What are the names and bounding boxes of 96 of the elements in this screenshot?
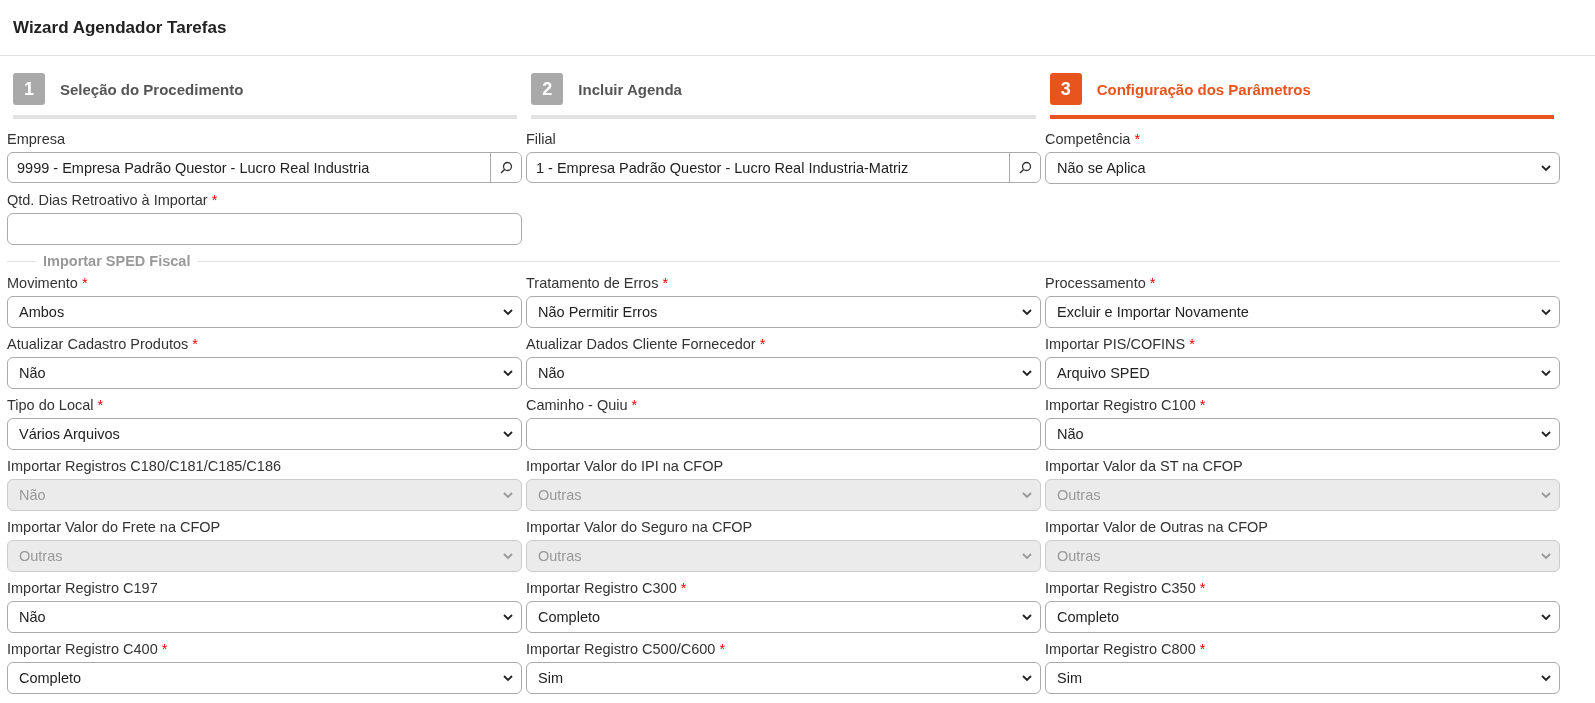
required-mark: * — [759, 336, 766, 352]
required-mark: * — [1199, 397, 1206, 413]
step-label: Incluir Agenda — [578, 80, 682, 98]
chevron-down-icon — [502, 306, 514, 318]
field-label: Importar Registro C800 * — [1045, 640, 1207, 659]
section-title: Importar SPED Fiscal — [42, 253, 192, 269]
dropdown[interactable]: Sim — [1045, 662, 1560, 694]
step-number: 3 — [1049, 73, 1082, 105]
required-mark: * — [1149, 275, 1156, 291]
field-label: Atualizar Cadastro Produtos * — [7, 335, 199, 354]
step-label: Configuração dos Parâmetros — [1096, 80, 1311, 98]
chevron-down-icon — [502, 550, 514, 562]
field-label: Caminho - Quiu * — [526, 396, 639, 415]
search-button[interactable] — [490, 153, 521, 182]
dropdown[interactable]: Não — [7, 357, 522, 389]
chevron-down-icon — [1540, 162, 1552, 174]
step-number: 2 — [531, 73, 564, 105]
chevron-down-icon — [1021, 672, 1033, 684]
chevron-down-icon — [1540, 550, 1552, 562]
chevron-down-icon — [502, 611, 514, 623]
dropdown[interactable]: Arquivo SPED — [1045, 357, 1560, 389]
field-label: Importar PIS/COFINS * — [1045, 335, 1196, 354]
field-label: Filial — [526, 130, 557, 149]
window-title: Wizard Agendador Tarefas — [13, 17, 227, 38]
field-label: Importar Valor do Seguro na CFOP — [526, 518, 754, 537]
field-label: Importar Registro C300 * — [526, 579, 688, 598]
dropdown[interactable]: Excluir e Importar Novamente — [1045, 296, 1560, 328]
chevron-down-icon — [502, 672, 514, 684]
field-label: Tipo do Local * — [7, 396, 105, 415]
chevron-down-icon — [502, 428, 514, 440]
chevron-down-icon — [502, 489, 514, 501]
dropdown[interactable]: Não se Aplica — [1045, 152, 1560, 184]
required-mark: * — [1134, 131, 1141, 147]
field-label: Importar Valor do Frete na CFOP — [7, 518, 222, 537]
step-label: Seleção do Procedimento — [60, 80, 244, 98]
field-label: Importar Registro C197 — [7, 579, 159, 598]
step-number: 1 — [13, 73, 45, 105]
lookup-field[interactable]: 9999 - Empresa Padrão Questor - Lucro Real Industria — [7, 152, 522, 183]
dropdown[interactable]: Sim — [526, 662, 1041, 694]
search-icon — [1018, 161, 1032, 174]
input-field[interactable] — [7, 213, 522, 245]
chevron-down-icon — [1021, 611, 1033, 623]
chevron-down-icon — [1540, 306, 1552, 318]
dropdown[interactable]: Vários Arquivos — [7, 418, 522, 450]
field-label: Competência * — [1045, 130, 1142, 149]
chevron-down-icon — [1021, 306, 1033, 318]
required-mark: * — [662, 275, 669, 291]
chevron-down-icon — [1540, 489, 1552, 501]
chevron-down-icon — [1540, 611, 1552, 623]
required-mark: * — [81, 275, 88, 291]
field-label: Importar Registro C400 * — [7, 640, 169, 659]
dropdown[interactable]: Completo — [1045, 601, 1560, 633]
chevron-down-icon — [1540, 428, 1552, 440]
dropdown[interactable]: Não — [1045, 418, 1560, 450]
dropdown[interactable]: Completo — [526, 601, 1041, 633]
required-mark: * — [1189, 336, 1195, 352]
field-label: Importar Registro C350 * — [1045, 579, 1207, 598]
search-button[interactable] — [1009, 153, 1040, 182]
chevron-down-icon — [1021, 367, 1033, 379]
dropdown[interactable]: Não — [526, 357, 1041, 389]
field-label: Importar Valor da ST na CFOP — [1045, 457, 1244, 476]
field-label: Importar Registro C100 * — [1045, 396, 1207, 415]
field-label: Tratamento de Erros * — [526, 274, 670, 293]
field-label: Importar Valor de Outras na CFOP — [1045, 518, 1269, 537]
field-label: Atualizar Dados Cliente Fornecedor * — [526, 335, 767, 354]
required-mark: * — [1199, 580, 1206, 596]
chevron-down-icon — [1540, 672, 1552, 684]
field-label: Empresa — [7, 130, 67, 149]
required-mark: * — [680, 580, 687, 596]
required-mark: * — [719, 641, 726, 657]
lookup-field[interactable]: 1 - Empresa Padrão Questor - Lucro Real Industria-Matriz — [526, 152, 1041, 183]
required-mark: * — [631, 397, 638, 413]
field-label: Importar Registros C180/C181/C185/C186 — [7, 457, 283, 476]
field-label: Importar Valor do IPI na CFOP — [526, 457, 725, 476]
chevron-down-icon — [1021, 489, 1033, 501]
required-mark: * — [97, 397, 104, 413]
chevron-down-icon — [1021, 550, 1033, 562]
chevron-down-icon — [502, 367, 514, 379]
required-mark: * — [211, 192, 218, 208]
field-label: Importar Registro C500/C600 * — [526, 640, 727, 659]
wizard-step-tab[interactable]: 1 Seleção do Procedimento — [13, 73, 518, 119]
field-label: Movimento * — [7, 274, 89, 293]
dropdown[interactable]: Completo — [7, 662, 522, 694]
field-label: Qtd. Dias Retroativo à Importar * — [7, 191, 219, 210]
required-mark: * — [161, 641, 168, 657]
dropdown[interactable]: Ambos — [7, 296, 522, 328]
input-field[interactable] — [526, 418, 1041, 450]
wizard-step-tab[interactable]: 2 Incluir Agenda — [531, 73, 1036, 119]
required-mark: * — [1199, 641, 1206, 657]
chevron-down-icon — [1540, 367, 1552, 379]
wizard-step-tab[interactable]: 3 Configuração dos Parâmetros — [1049, 73, 1554, 119]
dropdown[interactable]: Não Permitir Erros — [526, 296, 1041, 328]
field-label: Processamento * — [1045, 274, 1157, 293]
search-icon — [499, 161, 513, 174]
required-mark: * — [192, 336, 198, 352]
dropdown[interactable]: Não — [7, 601, 522, 633]
